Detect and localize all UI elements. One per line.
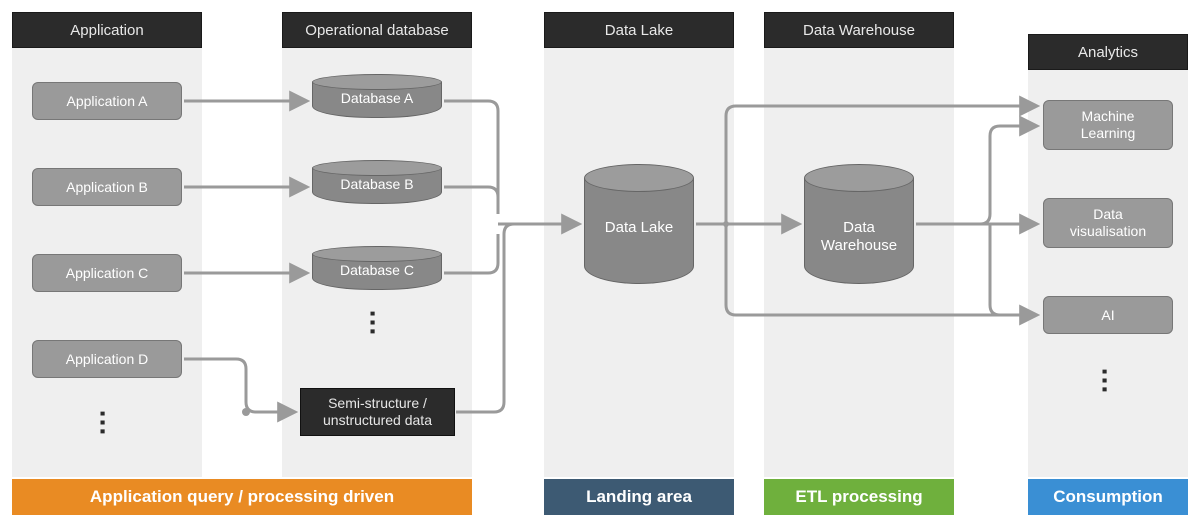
landing-band-label: Landing area: [586, 487, 692, 507]
application-header-label: Application: [70, 22, 143, 39]
data-visualisation-box: Data visualisation: [1043, 198, 1173, 248]
analytics-header-label: Analytics: [1078, 44, 1138, 61]
app-query-band-label: Application query / processing driven: [90, 487, 394, 507]
consumption-band-label: Consumption: [1053, 487, 1163, 507]
application-d-box: Application D: [32, 340, 182, 378]
data-warehouse-cylinder: Data Warehouse: [804, 164, 914, 284]
consumption-band: Consumption: [1028, 479, 1188, 515]
app-query-band: Application query / processing driven: [12, 479, 472, 515]
operational-db-header-label: Operational database: [305, 22, 448, 39]
application-d-label: Application D: [66, 351, 149, 367]
etl-band: ETL processing: [764, 479, 954, 515]
database-a-label: Database A: [312, 90, 442, 106]
application-header: Application: [12, 12, 202, 48]
machine-learning-box: Machine Learning: [1043, 100, 1173, 150]
analytics-ellipsis-icon: …: [1096, 367, 1128, 394]
data-lake-header-label: Data Lake: [605, 22, 673, 39]
database-c-cylinder: Database C: [312, 246, 442, 290]
data-warehouse-header: Data Warehouse: [764, 12, 954, 48]
databases-ellipsis-icon: …: [364, 309, 396, 336]
machine-learning-label: Machine Learning: [1081, 108, 1136, 142]
data-warehouse-label: Data Warehouse: [804, 219, 914, 255]
operational-db-header: Operational database: [282, 12, 472, 48]
data-lake-cylinder: Data Lake: [584, 164, 694, 284]
landing-band: Landing area: [544, 479, 734, 515]
semi-structured-label: Semi-structure / unstructured data: [323, 395, 432, 430]
application-a-label: Application A: [67, 93, 148, 109]
data-visualisation-label: Data visualisation: [1070, 206, 1146, 240]
application-b-label: Application B: [66, 179, 148, 195]
application-b-box: Application B: [32, 168, 182, 206]
database-c-label: Database C: [312, 262, 442, 278]
data-lake-label: Data Lake: [584, 219, 694, 237]
data-lake-header: Data Lake: [544, 12, 734, 48]
data-warehouse-header-label: Data Warehouse: [803, 22, 915, 39]
analytics-header: Analytics: [1028, 34, 1188, 70]
database-b-cylinder: Database B: [312, 160, 442, 204]
ai-box: AI: [1043, 296, 1173, 334]
semi-structured-box: Semi-structure / unstructured data: [300, 388, 455, 436]
application-a-box: Application A: [32, 82, 182, 120]
application-c-label: Application C: [66, 265, 149, 281]
database-b-label: Database B: [312, 176, 442, 192]
etl-band-label: ETL processing: [795, 487, 922, 507]
database-a-cylinder: Database A: [312, 74, 442, 118]
ai-label: AI: [1101, 307, 1114, 324]
application-c-box: Application C: [32, 254, 182, 292]
applications-ellipsis-icon: …: [94, 409, 126, 436]
